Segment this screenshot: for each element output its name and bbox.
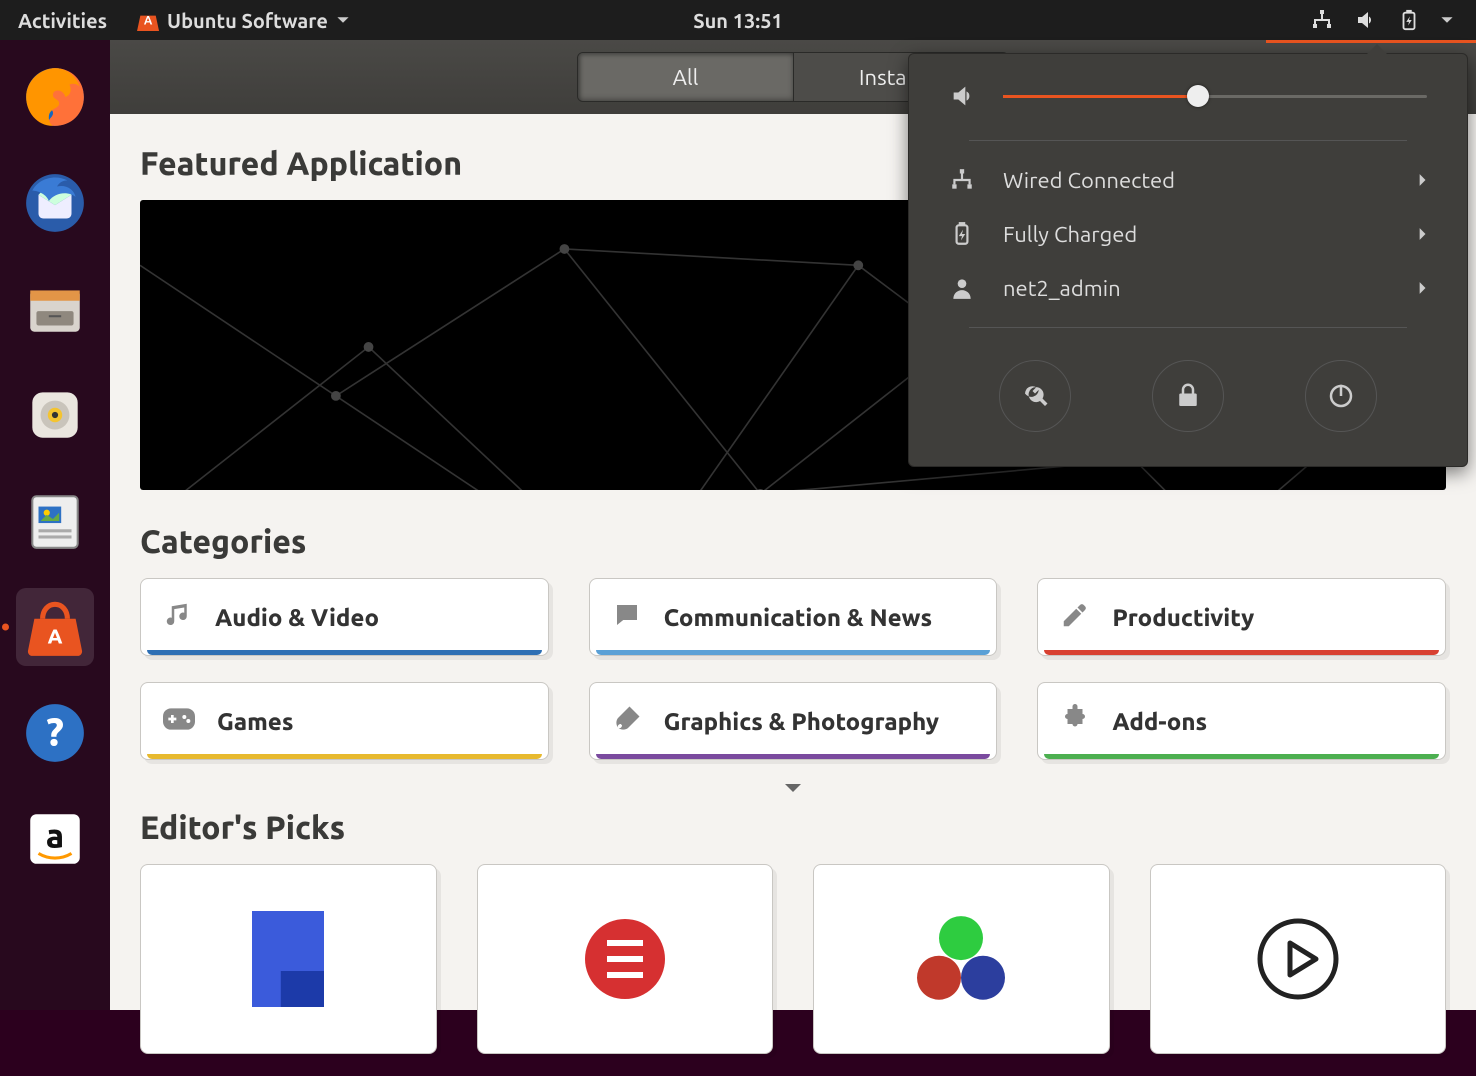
category-graphics-photography[interactable]: Graphics & Photography	[589, 682, 998, 760]
chat-icon	[612, 600, 642, 635]
settings-icon	[1020, 381, 1050, 411]
pick-card[interactable]	[813, 864, 1110, 1054]
categories-heading: Categories	[140, 524, 1446, 560]
categories-grid: Audio & Video Communication & News Product…	[140, 578, 1446, 760]
category-add-ons[interactable]: Add-ons	[1037, 682, 1446, 760]
svg-text:?: ?	[46, 709, 64, 753]
chevron-down-icon	[783, 782, 803, 796]
chevron-down-icon	[336, 13, 350, 27]
editors-picks-grid	[140, 864, 1446, 1054]
brush-icon	[612, 704, 642, 739]
dock-rhythmbox[interactable]	[16, 376, 94, 454]
chevron-down-icon	[1440, 13, 1454, 27]
chevron-right-icon	[1417, 227, 1427, 241]
category-label: Communication & News	[664, 604, 932, 631]
volume-fill	[1003, 95, 1198, 98]
chevron-right-icon	[1417, 173, 1427, 187]
dock: A ? a	[0, 40, 110, 1010]
edit-icon	[1060, 600, 1090, 635]
settings-button[interactable]	[999, 360, 1071, 432]
menu-separator	[969, 327, 1407, 328]
sys-item-user[interactable]: net2_admin	[909, 261, 1467, 315]
power-icon	[1326, 381, 1356, 411]
system-tray[interactable]	[1288, 8, 1476, 32]
app-menu[interactable]: Ubuntu Software	[125, 9, 362, 32]
volume-slider[interactable]	[1003, 95, 1427, 98]
battery-icon	[1398, 8, 1420, 32]
category-communication-news[interactable]: Communication & News	[589, 578, 998, 656]
sys-item-label: Fully Charged	[1003, 222, 1137, 247]
clock[interactable]: Sun 13:51	[693, 9, 783, 32]
svg-text:A: A	[48, 625, 63, 648]
dock-firefox[interactable]	[16, 58, 94, 136]
editors-picks-heading: Editor's Picks	[140, 810, 1446, 846]
sys-item-label: net2_admin	[1003, 276, 1121, 301]
tab-all[interactable]: All	[578, 53, 793, 101]
volume-thumb[interactable]	[1187, 85, 1209, 107]
ubuntu-software-icon	[137, 9, 159, 31]
music-icon	[163, 600, 193, 635]
chevron-right-icon	[1417, 281, 1427, 295]
category-label: Add-ons	[1112, 708, 1207, 735]
dock-thunderbird[interactable]	[16, 164, 94, 242]
category-label: Audio & Video	[215, 604, 379, 631]
top-bar: Activities Ubuntu Software Sun 13:51	[0, 0, 1476, 40]
category-underline	[1044, 650, 1439, 655]
system-menu: Wired Connected Fully Charged net2_admin	[908, 53, 1468, 467]
power-button[interactable]	[1305, 360, 1377, 432]
expand-categories[interactable]	[140, 782, 1446, 800]
sys-item-battery[interactable]: Fully Charged	[909, 207, 1467, 261]
dock-software[interactable]: A	[16, 588, 94, 666]
svg-text:a: a	[46, 817, 64, 854]
dock-writer[interactable]	[16, 482, 94, 560]
volume-row	[909, 82, 1467, 128]
lock-button[interactable]	[1152, 360, 1224, 432]
category-audio-video[interactable]: Audio & Video	[140, 578, 549, 656]
category-games[interactable]: Games	[140, 682, 549, 760]
sys-item-label: Wired Connected	[1003, 168, 1175, 193]
app-menu-label: Ubuntu Software	[167, 9, 328, 32]
category-underline	[147, 754, 542, 759]
category-underline	[1044, 754, 1439, 759]
lock-icon	[1173, 381, 1203, 411]
category-label: Productivity	[1112, 604, 1254, 631]
sys-item-network[interactable]: Wired Connected	[909, 153, 1467, 207]
puzzle-icon	[1060, 704, 1090, 739]
action-row	[909, 340, 1467, 438]
category-label: Graphics & Photography	[664, 708, 939, 735]
network-icon	[1310, 8, 1334, 32]
activities-button[interactable]: Activities	[0, 9, 125, 32]
tray-active-indicator	[1266, 40, 1476, 43]
pick-card[interactable]	[140, 864, 437, 1054]
category-underline	[596, 650, 991, 655]
volume-icon	[949, 82, 977, 110]
dock-help[interactable]: ?	[16, 694, 94, 772]
pick-card[interactable]	[477, 864, 774, 1054]
gamepad-icon	[163, 704, 195, 739]
category-underline	[147, 650, 542, 655]
category-productivity[interactable]: Productivity	[1037, 578, 1446, 656]
dock-files[interactable]	[16, 270, 94, 348]
category-underline	[596, 754, 991, 759]
menu-separator	[969, 140, 1407, 141]
volume-icon	[1354, 8, 1378, 32]
dock-amazon[interactable]: a	[16, 800, 94, 878]
pick-card[interactable]	[1150, 864, 1447, 1054]
category-label: Games	[217, 708, 293, 735]
